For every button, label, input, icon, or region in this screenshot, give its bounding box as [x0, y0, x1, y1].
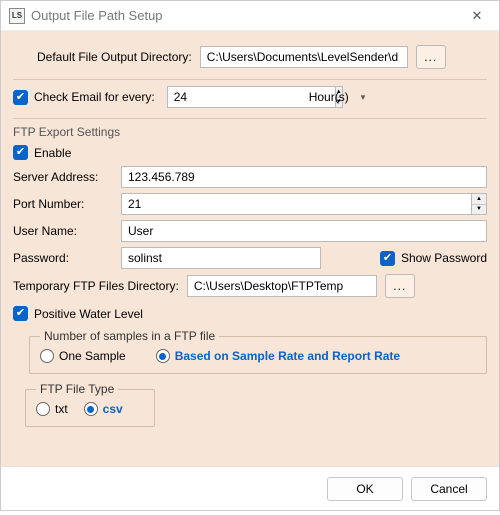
ftp-file-type-fieldset: FTP File Type txt csv [25, 382, 155, 427]
server-address-input[interactable] [121, 166, 487, 188]
window-title: Output File Path Setup [31, 8, 463, 23]
default-dir-input[interactable] [200, 46, 408, 68]
ok-button[interactable]: OK [327, 477, 403, 501]
ftp-section-title: FTP Export Settings [13, 125, 487, 139]
based-on-rate-label: Based on Sample Rate and Report Rate [175, 349, 400, 363]
samples-fieldset: Number of samples in a FTP file One Samp… [29, 329, 487, 374]
based-on-rate-radio[interactable] [156, 349, 170, 363]
cancel-button[interactable]: Cancel [411, 477, 487, 501]
txt-radio[interactable] [36, 402, 50, 416]
csv-radio[interactable] [84, 402, 98, 416]
default-dir-browse-button[interactable]: ... [416, 45, 446, 69]
password-input[interactable] [121, 247, 321, 269]
show-password-checkbox[interactable]: ✔ [380, 251, 395, 266]
samples-legend: Number of samples in a FTP file [40, 329, 219, 343]
user-name-label: User Name: [13, 224, 121, 238]
tmp-dir-input[interactable] [187, 275, 377, 297]
titlebar: LS Output File Path Setup ✕ [1, 1, 499, 31]
ftp-file-type-legend: FTP File Type [36, 382, 118, 396]
password-label: Password: [13, 251, 121, 265]
one-sample-radio[interactable] [40, 349, 54, 363]
positive-water-level-label: Positive Water Level [34, 307, 143, 321]
port-spinner[interactable]: ▲ ▼ [471, 193, 487, 215]
txt-label: txt [55, 402, 68, 416]
ftp-enable-checkbox[interactable]: ✔ [13, 145, 28, 160]
tmp-dir-label: Temporary FTP Files Directory: [13, 279, 179, 293]
close-icon[interactable]: ✕ [463, 6, 491, 26]
separator [13, 79, 487, 80]
positive-water-level-checkbox[interactable]: ✔ [13, 306, 28, 321]
spinner-down-icon[interactable]: ▼ [472, 205, 486, 215]
ftp-enable-label: Enable [34, 146, 71, 160]
one-sample-label: One Sample [59, 349, 126, 363]
show-password-label: Show Password [401, 251, 487, 265]
default-dir-label: Default File Output Directory: [37, 50, 192, 64]
port-number-label: Port Number: [13, 197, 121, 211]
dialog-body: Default File Output Directory: ... ✔ Che… [1, 31, 499, 466]
server-address-label: Server Address: [13, 170, 121, 184]
dialog-window: LS Output File Path Setup ✕ Default File… [0, 0, 500, 511]
check-email-unit-select[interactable]: Hour(s) ▾ [301, 86, 374, 108]
spinner-up-icon[interactable]: ▲ [472, 194, 486, 205]
check-email-checkbox[interactable]: ✔ [13, 90, 28, 105]
user-name-input[interactable] [121, 220, 487, 242]
check-email-unit-value: Hour(s) [309, 90, 349, 104]
tmp-dir-browse-button[interactable]: ... [385, 274, 415, 298]
check-email-label: Check Email for every: [34, 90, 155, 104]
separator [13, 118, 487, 119]
dialog-footer: OK Cancel [1, 466, 499, 510]
csv-label: csv [103, 402, 123, 416]
app-icon: LS [9, 8, 25, 24]
port-number-input[interactable] [121, 193, 471, 215]
chevron-down-icon: ▾ [361, 92, 366, 103]
